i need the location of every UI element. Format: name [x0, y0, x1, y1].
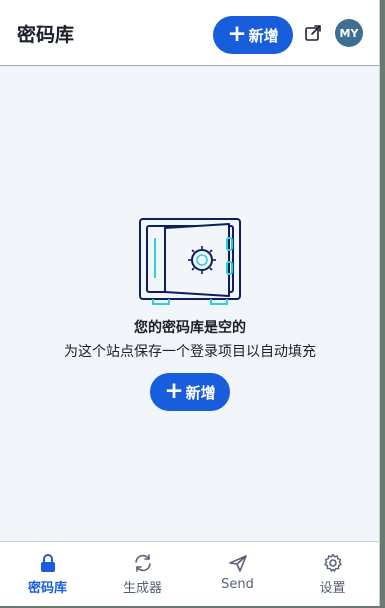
nav-item-send[interactable]: Send: [190, 542, 285, 606]
nav-label: 密码库: [27, 581, 67, 596]
empty-state-title: 您的密码库是空的: [134, 320, 246, 336]
new-item-button[interactable]: + 新增: [213, 16, 293, 54]
new-item-button-main[interactable]: + 新增: [150, 373, 230, 411]
plus-icon: +: [164, 377, 184, 404]
nav-label: 生成器: [122, 581, 162, 596]
popout-icon[interactable]: [304, 24, 322, 42]
page-title: 密码库: [17, 24, 75, 46]
nav-item-generator[interactable]: 生成器: [95, 542, 190, 606]
send-icon: [228, 555, 247, 572]
vault-empty-illustration: [139, 218, 241, 305]
gear-icon: [323, 553, 342, 572]
plus-icon: +: [227, 20, 247, 47]
nav-item-settings[interactable]: 设置: [285, 542, 379, 606]
empty-state-description: 为这个站点保存一个登录项目以自动填充: [64, 344, 316, 360]
nav-label: Send: [221, 577, 254, 592]
account-avatar[interactable]: MY: [335, 19, 363, 47]
new-button-label: 新增: [248, 26, 279, 45]
bottom-navigation: 密码库 生成器 Send 设置: [0, 541, 379, 606]
header: 密码库 + 新增 MY: [0, 0, 379, 66]
nav-item-vault[interactable]: 密码库: [0, 542, 95, 606]
refresh-icon: [134, 554, 151, 572]
new-button-label: 新增: [185, 383, 216, 402]
browser-extension-popup: 密码库 + 新增 MY 您的密码库是空的 为这个站点保存一个登录项目以自动填充 …: [0, 0, 380, 606]
nav-label: 设置: [319, 581, 346, 596]
lock-icon: [40, 554, 55, 572]
